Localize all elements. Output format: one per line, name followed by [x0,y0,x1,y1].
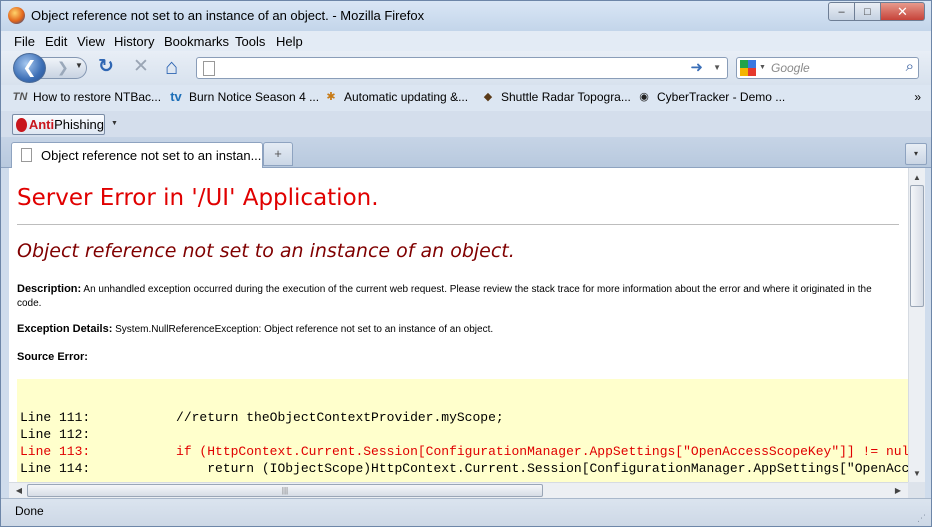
tab-active[interactable]: Object reference not set to an instan... [11,142,263,168]
resize-grip-icon[interactable]: ⋰ [917,513,927,523]
window-controls: ‒ □ ✕ [828,2,925,21]
home-button[interactable]: ⌂ [165,56,178,78]
bookmarks-toolbar: TN How to restore NTBac... tv Burn Notic… [1,85,931,111]
menu-edit[interactable]: Edit [45,34,67,49]
code-line-error: Line 113: if (HttpContext.Current.Sessio… [20,444,908,459]
error-subtitle: Object reference not set to an instance … [17,240,515,262]
cybertracker-icon: ◉ [639,91,649,103]
scroll-down-icon[interactable]: ▼ [909,466,925,482]
new-tab-button[interactable]: + [263,142,293,166]
search-input[interactable] [771,60,899,76]
list-all-tabs-button[interactable]: ▾ [905,143,927,165]
bookmark-item[interactable]: ◆ Shuttle Radar Topogra... [480,90,631,104]
bookmark-item[interactable]: ◉ CyberTracker - Demo ... [636,90,785,104]
status-text: Done [15,504,44,518]
back-arrow-icon: ❮ [22,58,37,77]
tab-strip: Object reference not set to an instan...… [1,137,931,168]
page-title: Server Error in '/UI' Application. [17,185,379,211]
menu-history[interactable]: History [114,34,154,49]
antiphishing-label-anti: Anti [28,117,55,132]
antiphishing-dropdown-icon[interactable]: ▼ [111,120,118,127]
reload-button[interactable]: ↻ [98,57,114,77]
firefox-logo-icon [8,7,25,24]
description-label: Description: [17,283,82,295]
bookmark-label: Automatic updating &... [344,90,469,104]
source-error-label: Source Error: [17,351,88,363]
tv-logo-icon: tv [170,89,182,104]
scroll-corner [908,482,925,498]
bookmark-item[interactable]: TN How to restore NTBac... [12,90,161,104]
code-line: Line 112: [20,427,91,442]
navigation-toolbar: ❯ ▼ ❮ ↻ ✕ ⌂ ➜ ▼ ▼ ⌕ [1,51,931,85]
bookmark-label: Shuttle Radar Topogra... [501,90,631,104]
minimize-button[interactable]: ‒ [828,2,855,21]
bookmark-item[interactable]: ✱ Automatic updating &... [323,90,468,104]
bookmark-label: CyberTracker - Demo ... [657,90,786,104]
scroll-left-icon[interactable]: ◀ [11,483,27,498]
vertical-scrollbar[interactable]: ▲ ▼ [908,168,925,482]
search-bar[interactable]: ▼ ⌕ [736,57,919,79]
horizontal-scroll-thumb[interactable]: ||| [27,484,543,497]
close-button[interactable]: ✕ [881,2,925,21]
menu-help[interactable]: Help [276,34,303,49]
browser-window: Object reference not set to an instance … [0,0,932,527]
url-bar[interactable]: ➜ ▼ [196,57,728,79]
africa-map-icon: ◆ [483,91,493,103]
maximize-button[interactable]: □ [855,2,881,21]
title-bar: Object reference not set to an instance … [1,1,931,31]
antiphishing-button[interactable]: Anti Phishing [12,114,105,135]
code-line: Line 114: return (IObjectScope)HttpConte… [20,461,908,476]
source-code-box: Line 111: //return theObjectContextProvi… [17,379,908,482]
antiphishing-label-rest: Phishing [54,117,104,132]
addon-toolbar: Anti Phishing ▼ [1,111,931,137]
page-icon [21,148,32,162]
search-magnifier-icon[interactable]: ⌕ [906,58,914,75]
menu-bar: File Edit View History Bookmarks Tools H… [1,31,931,51]
menu-bookmarks[interactable]: Bookmarks [164,34,229,49]
back-button[interactable]: ❮ [13,53,46,83]
menu-tools[interactable]: Tools [235,34,265,49]
scroll-up-icon[interactable]: ▲ [909,170,925,186]
forward-arrow-icon: ❯ [57,59,69,75]
window-title: Object reference not set to an instance … [31,8,425,23]
go-arrow-icon[interactable]: ➜ [690,58,703,76]
description-text: An unhandled exception occurred during t… [17,284,872,309]
horizontal-scrollbar[interactable]: ◀ ||| ▶ [9,482,908,498]
exception-details: Exception Details: System.NullReferenceE… [17,323,493,335]
menu-file[interactable]: File [14,34,35,49]
stop-button[interactable]: ✕ [133,57,149,77]
exception-label: Exception Details: [17,323,113,335]
forward-button[interactable]: ❯ ▼ [41,57,87,79]
bookmark-label: How to restore NTBac... [33,90,162,104]
history-dropdown-icon[interactable]: ▼ [75,61,83,70]
status-bar: Done ⋰ [1,498,931,526]
url-dropdown-icon[interactable]: ▼ [713,63,721,72]
vertical-scroll-thumb[interactable] [910,185,924,307]
update-gear-icon: ✱ [326,91,336,103]
tab-label: Object reference not set to an instan... [41,148,262,163]
error-description: Description: An unhandled exception occu… [17,282,897,311]
scroll-right-icon[interactable]: ▶ [890,483,906,498]
antiphishing-logo-icon [16,117,27,132]
google-engine-icon[interactable] [740,60,756,76]
bookmarks-overflow-button[interactable]: » [914,90,921,104]
divider [17,224,899,225]
bookmark-label: Burn Notice Season 4 ... [189,90,320,104]
tn-logo-icon: TN [12,91,28,103]
exception-text: System.NullReferenceException: Object re… [115,324,494,335]
menu-view[interactable]: View [77,34,105,49]
page-content: Server Error in '/UI' Application. Objec… [9,168,908,482]
engine-dropdown-icon[interactable]: ▼ [759,64,766,71]
code-line: Line 111: //return theObjectContextProvi… [20,410,504,425]
bookmark-item[interactable]: tv Burn Notice Season 4 ... [168,89,320,105]
page-icon [203,61,215,76]
